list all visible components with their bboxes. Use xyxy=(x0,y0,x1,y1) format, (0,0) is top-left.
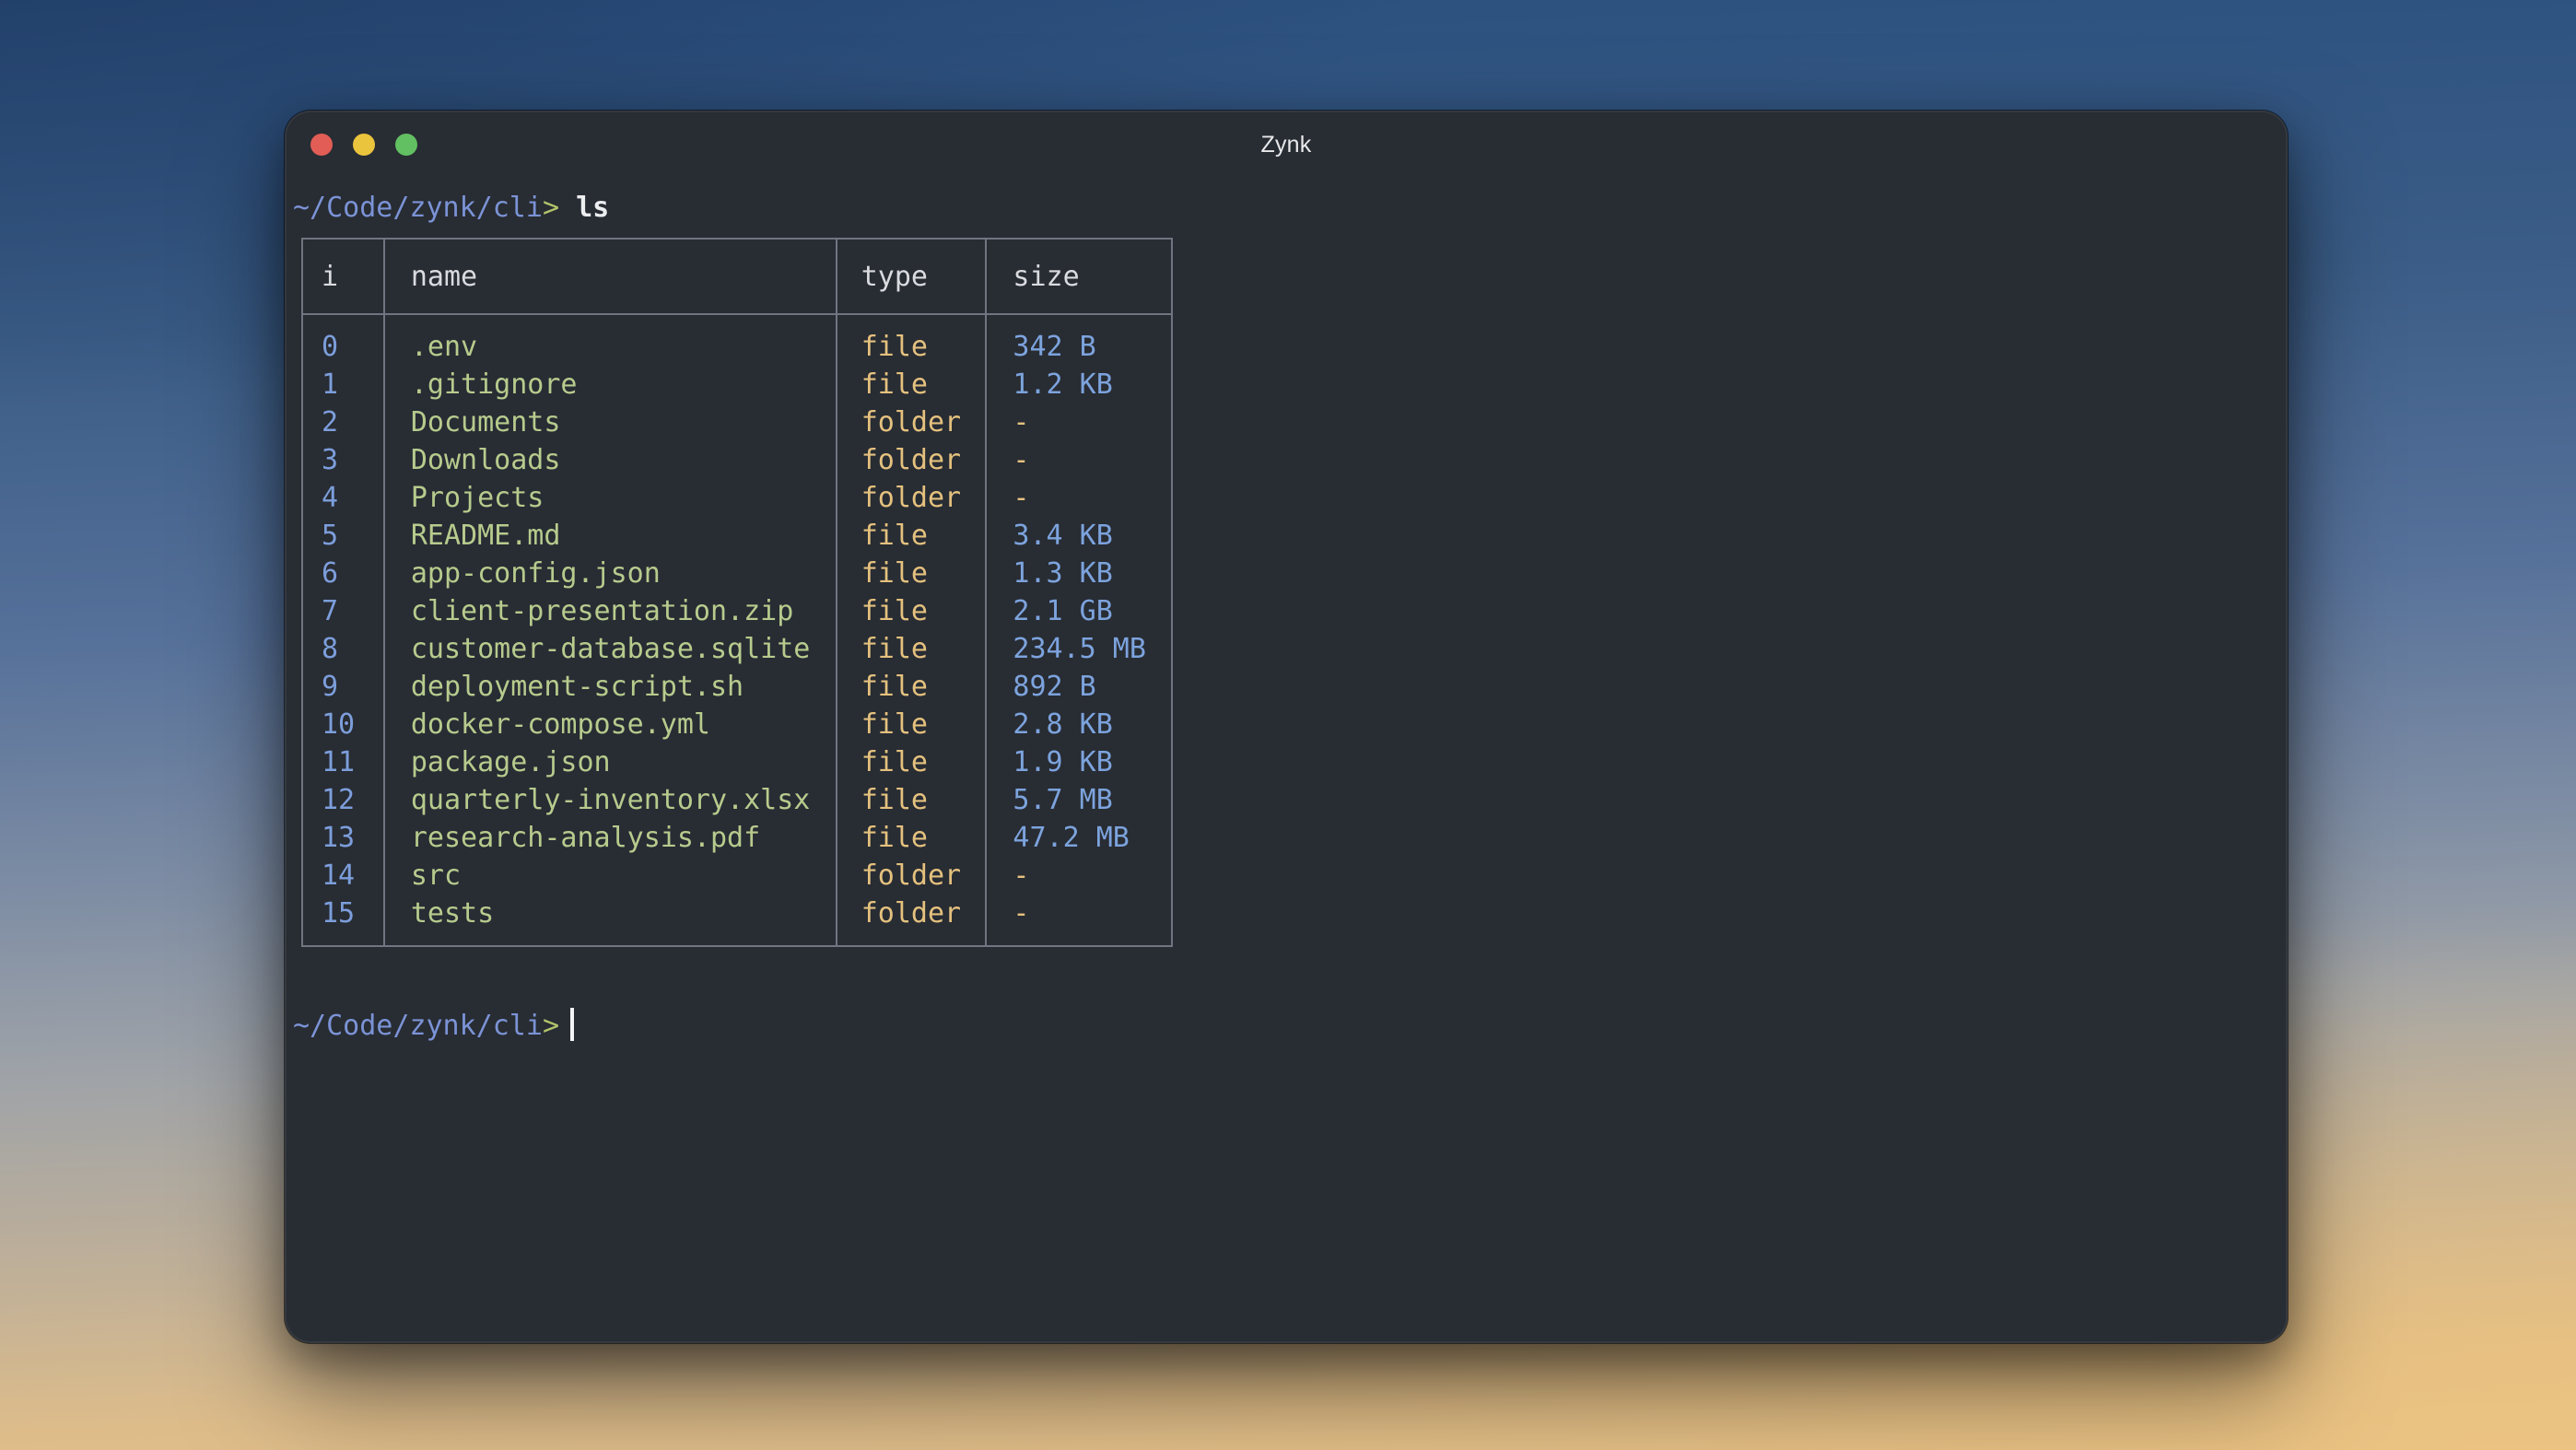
cell-size: - xyxy=(1013,859,1030,892)
cell-size: - xyxy=(1013,406,1030,439)
cell-size: 47.2 MB xyxy=(1013,822,1130,854)
cell-i: 9 xyxy=(322,671,339,703)
command-text: ls xyxy=(576,192,610,224)
cell-size: 3.4 KB xyxy=(1013,520,1113,552)
cell-name: customer-database.sqlite xyxy=(410,633,811,665)
cell-name: README.md xyxy=(410,520,561,552)
cell-i: 14 xyxy=(322,859,356,892)
type-column: file file folder folder folder file file file fi… xyxy=(837,315,988,945)
cell-i: 15 xyxy=(322,897,356,930)
cell-i: 2 xyxy=(322,406,339,439)
terminal-content[interactable]: ~/Code/zynk/cli> ls i name type size 012… xyxy=(285,189,2288,1045)
cell-name: .gitignore xyxy=(410,368,578,401)
cell-size: - xyxy=(1013,897,1030,930)
cell-name: .env xyxy=(410,331,478,363)
cell-type: folder xyxy=(861,897,962,930)
size-column: 342 B 1.2 KB - - - 3.4 KB 1.3 KB 2.1 GB 234.5 MB… xyxy=(987,315,1171,945)
cell-type: file xyxy=(861,557,928,590)
cell-type: file xyxy=(861,595,928,627)
cell-name: package.json xyxy=(410,746,611,778)
cell-size: - xyxy=(1013,444,1030,476)
cell-i: 8 xyxy=(322,633,339,665)
prompt-caret: > xyxy=(542,192,559,224)
cell-size: 892 B xyxy=(1013,671,1096,703)
cell-name: src xyxy=(410,859,462,892)
cell-type: folder xyxy=(861,859,962,892)
executed-command-line: ~/Code/zynk/cli> ls xyxy=(293,189,2288,227)
titlebar[interactable]: Zynk xyxy=(285,111,2288,179)
cell-name: deployment-script.sh xyxy=(410,671,744,703)
ls-output-table: i name type size 0 1 2 3 4 5 6 7 8 9 10 11 12 13 14 15 … xyxy=(301,238,1173,947)
name-column: .env .gitignore Documents Downloads Projects… xyxy=(385,315,837,945)
cell-size: 2.8 KB xyxy=(1013,708,1113,741)
cell-i: 4 xyxy=(322,482,339,514)
cell-size: 1.2 KB xyxy=(1013,368,1113,401)
column-header-name: name xyxy=(385,240,837,313)
cell-type: file xyxy=(861,784,928,816)
active-prompt-line[interactable]: ~/Code/zynk/cli> xyxy=(293,1007,2288,1045)
cell-size: 5.7 MB xyxy=(1013,784,1113,816)
cell-size: 2.1 GB xyxy=(1013,595,1113,627)
cell-name: Documents xyxy=(410,406,561,439)
column-header-i: i xyxy=(303,240,385,313)
cell-name: research-analysis.pdf xyxy=(410,822,761,854)
column-header-type: type xyxy=(837,240,988,313)
cell-type: file xyxy=(861,671,928,703)
cell-i: 13 xyxy=(322,822,356,854)
cell-name: app-config.json xyxy=(410,557,661,590)
cell-type: folder xyxy=(861,406,962,439)
index-column: 0 1 2 3 4 5 6 7 8 9 10 11 12 13 14 15 xyxy=(303,315,385,945)
terminal-window: Zynk ~/Code/zynk/cli> ls i name type siz… xyxy=(285,111,2288,1343)
cell-size: 234.5 MB xyxy=(1013,633,1146,665)
cell-type: file xyxy=(861,520,928,552)
prompt-path: ~/Code/zynk/cli xyxy=(293,1010,543,1042)
cell-name: quarterly-inventory.xlsx xyxy=(410,784,811,816)
cell-type: file xyxy=(861,822,928,854)
column-header-size: size xyxy=(1013,260,1080,293)
cell-i: 6 xyxy=(322,557,339,590)
cell-size: 1.9 KB xyxy=(1013,746,1113,778)
cell-i: 3 xyxy=(322,444,339,476)
cell-name: docker-compose.yml xyxy=(410,708,710,741)
cell-type: folder xyxy=(861,444,962,476)
cell-type: file xyxy=(861,633,928,665)
table-header-row: i name type size xyxy=(303,240,1171,315)
prompt-path: ~/Code/zynk/cli xyxy=(293,192,543,224)
cell-i: 5 xyxy=(322,520,339,552)
cell-size: - xyxy=(1013,482,1030,514)
cell-i: 12 xyxy=(322,784,356,816)
cell-type: file xyxy=(861,746,928,778)
window-title: Zynk xyxy=(1260,131,1312,158)
cell-i: 7 xyxy=(322,595,339,627)
cell-i: 10 xyxy=(322,708,356,741)
cell-type: file xyxy=(861,331,928,363)
cell-i: 1 xyxy=(322,368,339,401)
cell-i: 0 xyxy=(322,331,339,363)
prompt-caret: > xyxy=(542,1010,559,1042)
cell-name: client-presentation.zip xyxy=(410,595,794,627)
cell-size: 342 B xyxy=(1013,331,1096,363)
cell-name: Projects xyxy=(410,482,544,514)
cell-type: folder xyxy=(861,482,962,514)
cell-name: tests xyxy=(410,897,495,930)
desktop-wallpaper: Zynk ~/Code/zynk/cli> ls i name type siz… xyxy=(0,0,2576,1450)
cell-type: file xyxy=(861,708,928,741)
table-body: 0 1 2 3 4 5 6 7 8 9 10 11 12 13 14 15 .env .gitignore Doc… xyxy=(303,315,1171,945)
cell-size: 1.3 KB xyxy=(1013,557,1113,590)
cell-i: 11 xyxy=(322,746,356,778)
text-cursor xyxy=(570,1008,574,1041)
cell-type: file xyxy=(861,368,928,401)
cell-name: Downloads xyxy=(410,444,561,476)
